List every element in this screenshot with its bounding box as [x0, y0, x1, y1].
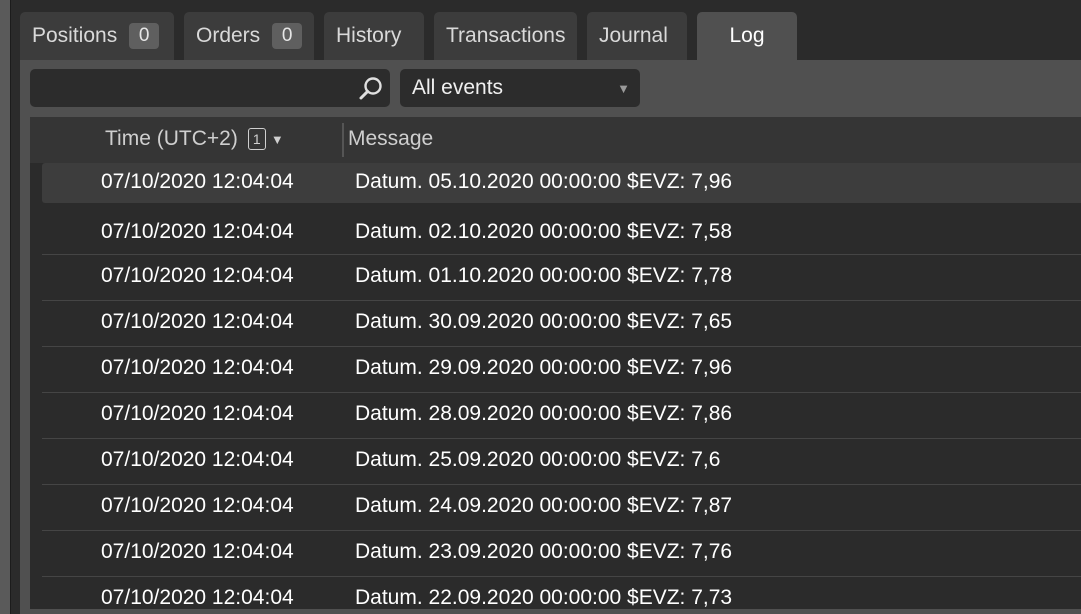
chevron-down-icon: ▼: [617, 81, 630, 96]
sort-order-badge: 1: [247, 128, 266, 150]
table-row[interactable]: 07/10/2020 12:04:04 Datum. 01.10.2020 00…: [42, 255, 1081, 301]
tab-orders[interactable]: Orders 0: [184, 12, 314, 60]
tab-log-label: Log: [729, 24, 765, 47]
table-row[interactable]: 07/10/2020 12:04:04 Datum. 22.09.2020 00…: [42, 577, 1081, 609]
row-time: 07/10/2020 12:04:04: [101, 356, 294, 379]
row-message: Datum. 24.09.2020 00:00:00 $EVZ: 7,87: [355, 494, 733, 517]
tab-transactions[interactable]: Transactions: [434, 12, 577, 60]
row-message: Datum. 22.09.2020 00:00:00 $EVZ: 7,73: [355, 586, 733, 609]
panel-divider[interactable]: [10, 0, 11, 614]
column-header-message[interactable]: Message: [348, 127, 433, 151]
event-filter-select[interactable]: All events ▼: [400, 69, 640, 107]
row-time: 07/10/2020 12:04:04: [101, 402, 294, 425]
search-input[interactable]: [30, 69, 390, 107]
row-message: Datum. 23.09.2020 00:00:00 $EVZ: 7,76: [355, 540, 733, 563]
table-row[interactable]: 07/10/2020 12:04:04 Datum. 28.09.2020 00…: [42, 393, 1081, 439]
table-row[interactable]: 07/10/2020 12:04:04 Datum. 05.10.2020 00…: [42, 163, 1081, 203]
tab-transactions-label: Transactions: [446, 24, 566, 47]
tab-history-label: History: [336, 24, 402, 47]
row-time: 07/10/2020 12:04:04: [101, 264, 294, 287]
row-time: 07/10/2020 12:04:04: [101, 586, 294, 609]
tab-history[interactable]: History: [324, 12, 424, 60]
event-filter-value: All events: [412, 76, 504, 99]
row-time: 07/10/2020 12:04:04: [101, 494, 294, 517]
orders-count-badge: 0: [272, 23, 303, 49]
log-panel: All events ▼ Time (UTC+2) 1 ▼ Message 07…: [20, 60, 1081, 614]
tab-positions[interactable]: Positions 0: [20, 12, 174, 60]
table-row[interactable]: 07/10/2020 12:04:04 Datum. 30.09.2020 00…: [42, 301, 1081, 347]
log-grid: Time (UTC+2) 1 ▼ Message 07/10/2020 12:0…: [30, 117, 1081, 609]
tab-journal[interactable]: Journal: [587, 12, 687, 60]
row-message: Datum. 28.09.2020 00:00:00 $EVZ: 7,86: [355, 402, 733, 425]
grid-header: Time (UTC+2) 1 ▼ Message: [30, 117, 1081, 163]
table-row[interactable]: 07/10/2020 12:04:04 Datum. 24.09.2020 00…: [42, 485, 1081, 531]
column-resize-handle[interactable]: [342, 123, 344, 157]
column-header-time[interactable]: Time (UTC+2) 1 ▼: [105, 127, 284, 151]
sort-descending-icon: ▼: [270, 131, 284, 147]
row-time: 07/10/2020 12:04:04: [101, 448, 294, 471]
row-time: 07/10/2020 12:04:04: [101, 220, 294, 243]
row-time: 07/10/2020 12:04:04: [101, 310, 294, 333]
table-row[interactable]: 07/10/2020 12:04:04 Datum. 25.09.2020 00…: [42, 439, 1081, 485]
row-message: Datum. 25.09.2020 00:00:00 $EVZ: 7,6: [355, 448, 721, 471]
row-time: 07/10/2020 12:04:04: [101, 540, 294, 563]
row-message: Datum. 02.10.2020 00:00:00 $EVZ: 7,58: [355, 220, 733, 243]
table-row[interactable]: 07/10/2020 12:04:04 Datum. 02.10.2020 00…: [42, 203, 1081, 255]
row-message: Datum. 29.09.2020 00:00:00 $EVZ: 7,96: [355, 356, 733, 379]
row-time: 07/10/2020 12:04:04: [101, 170, 294, 193]
positions-count-badge: 0: [129, 23, 160, 49]
row-message: Datum. 01.10.2020 00:00:00 $EVZ: 7,78: [355, 264, 733, 287]
table-row[interactable]: 07/10/2020 12:04:04 Datum. 29.09.2020 00…: [42, 347, 1081, 393]
left-panel-edge: [0, 0, 10, 614]
tab-orders-label: Orders: [196, 24, 261, 47]
tab-journal-label: Journal: [599, 24, 668, 47]
column-header-time-label: Time (UTC+2): [105, 127, 238, 150]
row-message: Datum. 05.10.2020 00:00:00 $EVZ: 7,96: [355, 170, 733, 193]
tab-positions-label: Positions: [32, 24, 118, 47]
grid-rows: 07/10/2020 12:04:04 Datum. 05.10.2020 00…: [42, 163, 1081, 609]
table-row[interactable]: 07/10/2020 12:04:04 Datum. 23.09.2020 00…: [42, 531, 1081, 577]
tab-bar: Positions 0 Orders 0 History Transaction…: [11, 0, 1081, 60]
tab-log[interactable]: Log: [697, 12, 797, 60]
row-message: Datum. 30.09.2020 00:00:00 $EVZ: 7,65: [355, 310, 733, 333]
